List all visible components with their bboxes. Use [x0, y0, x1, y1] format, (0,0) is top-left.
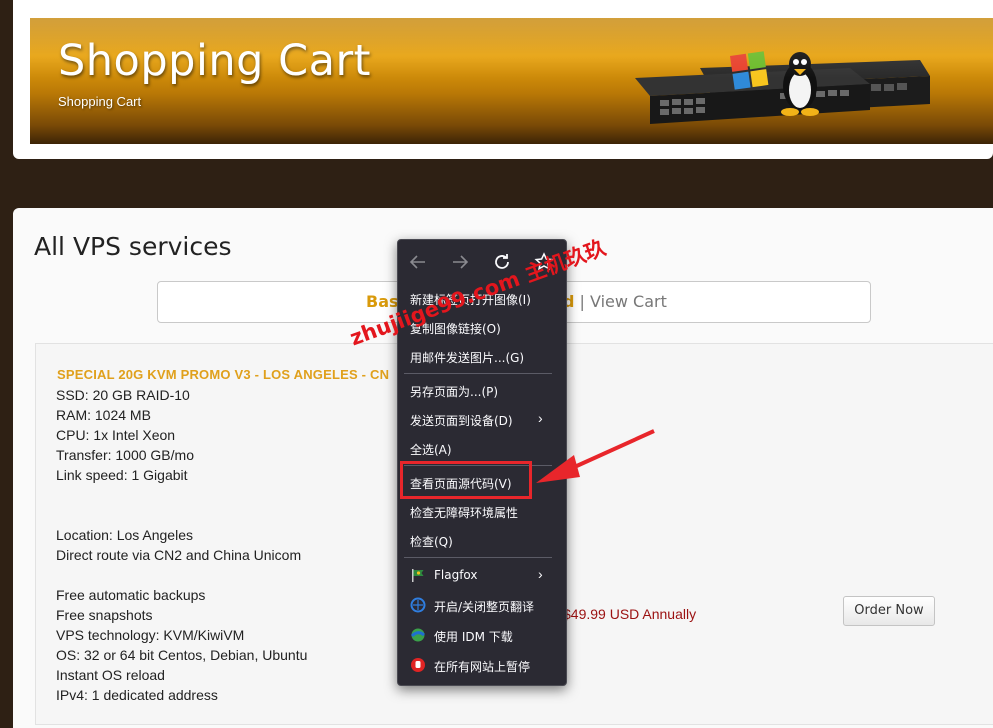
menu-send-page-to-device[interactable]: 发送页面到设备(D): [410, 412, 513, 429]
spec-os-reload: Instant OS reload: [56, 667, 165, 683]
spec-location: Location: Los Angeles: [56, 527, 193, 543]
stop-hand-icon: [411, 658, 425, 672]
nav-separator-bar: |: [579, 292, 585, 311]
menu-separator: [404, 557, 552, 558]
spec-vps-tech: VPS technology: KVM/KiwiVM: [56, 627, 245, 643]
order-now-button[interactable]: Order Now: [843, 596, 935, 626]
product-price: $49.99 USD Annually: [563, 606, 697, 622]
spec-ssd: SSD: 20 GB RAID-10: [56, 387, 190, 403]
product-name: SPECIAL 20G KVM PROMO V3 - LOS ANGELES -…: [57, 367, 390, 382]
view-cart-link[interactable]: View Cart: [590, 282, 667, 322]
chevron-right-icon: ›: [538, 566, 543, 582]
spec-os: OS: 32 or 64 bit Centos, Debian, Ubuntu: [56, 647, 308, 663]
spec-link-speed: Link speed: 1 Gigabit: [56, 467, 188, 483]
menu-inspect[interactable]: 检查(Q): [410, 533, 453, 550]
menu-save-page-as[interactable]: 另存页面为...(P): [410, 383, 498, 400]
idm-download-icon: [410, 628, 425, 642]
header-banner: Shopping Cart Shopping Cart: [30, 18, 993, 144]
page-title: All VPS services: [34, 232, 232, 261]
spec-ram: RAM: 1024 MB: [56, 407, 151, 423]
translate-icon: [410, 597, 426, 613]
menu-pause-all-sites[interactable]: 在所有网站上暂停: [434, 658, 530, 675]
annotation-highlight-box: [400, 461, 532, 499]
site-subtitle: Shopping Cart: [58, 94, 142, 109]
spec-route: Direct route via CN2 and China Unicom: [56, 547, 302, 563]
spec-cpu: CPU: 1x Intel Xeon: [56, 427, 176, 443]
menu-email-image[interactable]: 用邮件发送图片...(G): [410, 349, 524, 366]
network-switch-illustration: [635, 51, 930, 124]
menu-download-with-idm[interactable]: 使用 IDM 下载: [434, 628, 513, 645]
flag-icon: [412, 569, 424, 582]
annotation-arrow: [536, 429, 655, 483]
menu-toggle-page-translate[interactable]: 开启/关闭整页翻译: [434, 598, 534, 615]
spec-snapshots: Free snapshots: [56, 607, 153, 623]
site-title: Shopping Cart: [58, 36, 372, 86]
menu-select-all[interactable]: 全选(A): [410, 441, 452, 458]
chevron-right-icon: ›: [538, 410, 543, 426]
spec-transfer: Transfer: 1000 GB/mo: [56, 447, 194, 463]
spec-backups: Free automatic backups: [56, 587, 206, 603]
menu-inspect-accessibility[interactable]: 检查无障碍环境属性: [410, 504, 518, 521]
menu-flagfox[interactable]: Flagfox: [434, 568, 478, 582]
menu-separator: [404, 373, 552, 374]
spec-ipv4: IPv4: 1 dedicated address: [56, 687, 218, 703]
